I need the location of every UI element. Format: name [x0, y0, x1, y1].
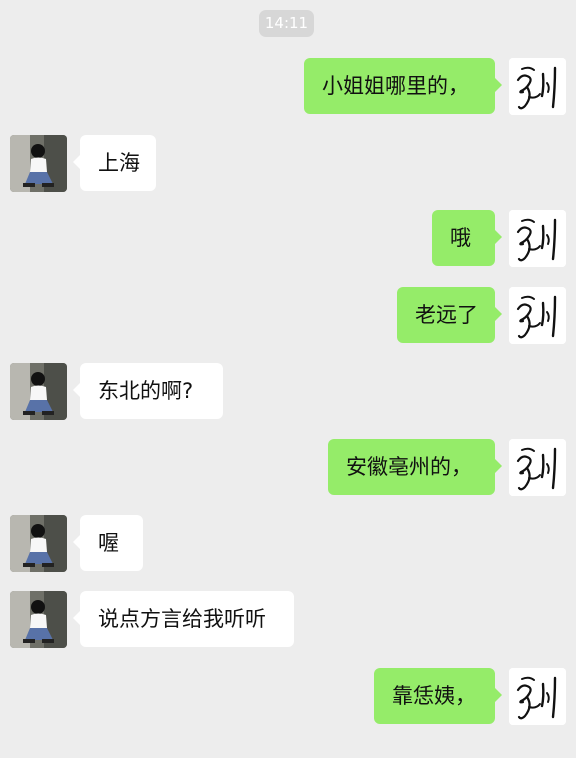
signature-avatar-icon: [509, 210, 566, 267]
signature-avatar-icon: [509, 439, 566, 496]
signature-avatar-icon: [509, 668, 566, 725]
my-avatar[interactable]: [509, 439, 566, 496]
my-avatar[interactable]: [509, 58, 566, 115]
girl-photo-avatar: [10, 591, 67, 648]
message-bubble-received[interactable]: 说点方言给我听听: [73, 591, 294, 647]
girl-photo-avatar: [10, 135, 67, 192]
message-text: 靠恁姨，: [392, 684, 476, 708]
message-bubble-received[interactable]: 喔: [73, 515, 143, 571]
message-text: 安徽亳州的，: [346, 455, 472, 479]
my-avatar[interactable]: [509, 668, 566, 725]
message-text: 小姐姐哪里的，: [322, 74, 469, 98]
message-bubble-sent[interactable]: 小姐姐哪里的，: [304, 58, 502, 114]
contact-avatar[interactable]: [10, 591, 67, 648]
message-bubble-sent[interactable]: 安徽亳州的，: [328, 439, 502, 495]
message-text: 喔: [98, 531, 119, 555]
message-text: 上海: [98, 151, 140, 175]
my-avatar[interactable]: [509, 287, 566, 344]
message-text: 老远了: [415, 303, 478, 327]
message-bubble-sent[interactable]: 靠恁姨，: [374, 668, 502, 724]
contact-avatar[interactable]: [10, 515, 67, 572]
my-avatar[interactable]: [509, 210, 566, 267]
contact-avatar[interactable]: [10, 135, 67, 192]
message-text: 东北的啊?: [98, 379, 194, 403]
message-text: 说点方言给我听听: [98, 607, 266, 631]
signature-avatar-icon: [509, 58, 566, 115]
girl-photo-avatar: [10, 515, 67, 572]
timestamp: 14:11: [259, 10, 314, 37]
message-bubble-received[interactable]: 上海: [73, 135, 156, 191]
message-bubble-sent[interactable]: 哦: [432, 210, 502, 266]
message-bubble-received[interactable]: 东北的啊?: [73, 363, 223, 419]
contact-avatar[interactable]: [10, 363, 67, 420]
message-bubble-sent[interactable]: 老远了: [397, 287, 502, 343]
signature-avatar-icon: [509, 287, 566, 344]
girl-photo-avatar: [10, 363, 67, 420]
message-text: 哦: [450, 226, 471, 250]
